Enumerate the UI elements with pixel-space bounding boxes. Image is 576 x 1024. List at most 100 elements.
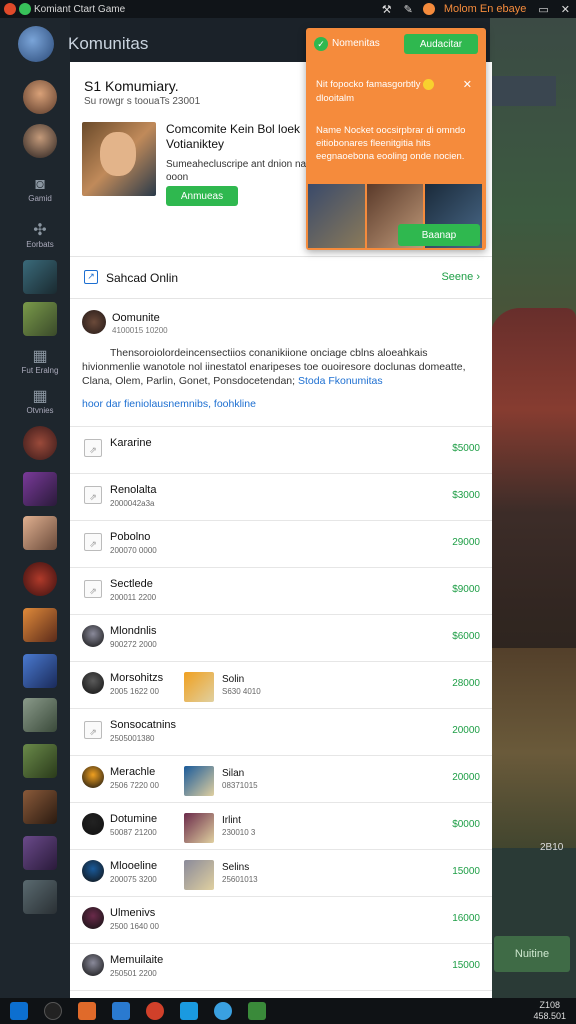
list-item[interactable]: Memuilaite 250501 2200 15000 [70, 943, 492, 989]
sidebar-item-fut-eralng[interactable]: ▦ Fut Eralng [0, 346, 80, 375]
sidebar-avatar[interactable] [23, 80, 57, 114]
item-thumbnail[interactable] [184, 766, 214, 796]
list-item[interactable]: Mlondnlis 900272 2000 $6000 [70, 614, 492, 660]
tab-title: Komiant Ctart Game [34, 3, 126, 15]
sidebar-game-thumb[interactable] [23, 260, 57, 294]
game-icon[interactable] [248, 1002, 266, 1020]
popup-top-button[interactable]: Audacitar [404, 34, 478, 54]
sidebar: ◙ Gamid ✣ Eorbats ▦ Fut Eralng ▦ Otvnies [0, 18, 70, 998]
sidebar-game-thumb[interactable] [23, 516, 57, 550]
side-panel [490, 848, 576, 998]
avatar [82, 672, 104, 694]
sidebar-game-thumb[interactable] [23, 608, 57, 642]
post-author[interactable]: Oomunite [112, 312, 160, 324]
sidebar-game-thumb[interactable] [23, 302, 57, 336]
start-icon[interactable] [10, 1002, 28, 1020]
sidebar-item-gamid[interactable]: ◙ Gamid [0, 176, 80, 203]
panel-subtitle: Su rowgr s toouaTs 23001 [84, 96, 201, 107]
thumbnail[interactable] [308, 184, 365, 248]
section-title: Sahcad Onlin [106, 271, 179, 285]
sidebar-game-thumb[interactable] [23, 744, 57, 778]
featured-button[interactable]: Anmueas [166, 186, 238, 206]
sidebar-game-thumb[interactable] [23, 836, 57, 870]
item-value: $3000 [452, 490, 480, 501]
divider [70, 256, 492, 257]
list-item[interactable]: Mlooeline 200075 3200 Selins 25601013 15000 [70, 849, 492, 895]
sidebar-game-thumb[interactable] [23, 472, 57, 506]
app-icon [4, 3, 16, 15]
list-item[interactable]: Dotumine 50087 21200 Irlint 230010 3 $0000 [70, 802, 492, 848]
search-icon[interactable] [44, 1002, 62, 1020]
item-value: 15000 [452, 866, 480, 877]
sidebar-item-eorbats[interactable]: ✣ Eorbats [0, 220, 80, 249]
sidebar-item-otvnies[interactable]: ▦ Otvnies [0, 386, 80, 415]
check-icon: ✓ [314, 37, 328, 51]
list-item[interactable]: ⇗ Renolalta 2000042a3a $3000 [70, 473, 492, 519]
close-icon[interactable]: ✕ [561, 3, 570, 16]
item-value: 20000 [452, 725, 480, 736]
sidebar-avatar[interactable] [23, 562, 57, 596]
app-icon[interactable] [112, 1002, 130, 1020]
item-value: $9000 [452, 584, 480, 595]
background-search-field[interactable] [486, 76, 556, 106]
sidebar-game-thumb[interactable] [23, 790, 57, 824]
item-date: 2506 7220 00 [110, 781, 159, 790]
minimize-icon[interactable]: ▭ [538, 3, 548, 16]
avatar [82, 625, 104, 647]
close-icon[interactable]: ✕ [463, 78, 472, 91]
item-thumbnail[interactable] [184, 860, 214, 890]
sidebar-game-thumb[interactable] [23, 654, 57, 688]
list-item[interactable]: ⇗ Sectlede 200011 2200 $9000 [70, 567, 492, 613]
sidebar-game-thumb[interactable] [23, 698, 57, 732]
item-value: $0000 [452, 819, 480, 830]
section-more-link[interactable]: Seene › [441, 271, 480, 283]
file-icon: ⇗ [84, 439, 102, 457]
chart-icon: ↗ [84, 270, 98, 284]
post-link[interactable]: hoor dar fieniolausnemnibs, foohkline [82, 398, 256, 410]
list-item[interactable]: ⇗ Kararine $5000 [70, 426, 492, 472]
browser-icon[interactable] [146, 1002, 164, 1020]
sidebar-avatar[interactable] [23, 426, 57, 460]
featured-image[interactable] [82, 122, 156, 196]
list-item[interactable]: ⇗ Pobolno 200070 0000 29000 [70, 520, 492, 566]
item-name: Merachle [110, 766, 156, 778]
popup-bottom-button[interactable]: Baanap [398, 224, 480, 246]
browser-tab-1[interactable]: Komiant Ctart Game [0, 0, 139, 18]
list-item[interactable]: Merachle 2506 7220 00 Silan 08371015 20000 [70, 755, 492, 801]
item-secondary-name: Solin [222, 674, 245, 685]
edit-icon[interactable]: ✎ [404, 3, 413, 16]
item-value: 15000 [452, 960, 480, 971]
post-inline-link[interactable]: Stoda Fkonumitas [298, 375, 383, 387]
app-icon[interactable] [78, 1002, 96, 1020]
list-item[interactable]: Morsohitzs 2005 1622 00 Solin S630 4010 2800… [70, 661, 492, 707]
list-item[interactable]: ⇗ Sonsocatnins 2505001380 20000 [70, 708, 492, 754]
app-icon[interactable] [180, 1002, 198, 1020]
divider [70, 298, 492, 299]
item-name: Dotumine [110, 813, 158, 825]
item-name: Mlooeline [110, 860, 158, 872]
section-header: ↗ Sahcad Onlin Seene › [70, 258, 492, 298]
settings-icon: ✣ [33, 222, 47, 239]
list-item[interactable]: Ulo Onno [70, 990, 492, 998]
item-name: Sonsocatnins [110, 719, 177, 731]
item-date: 2005 1622 00 [110, 687, 159, 696]
panel-title: S1 Komumiary. [84, 78, 179, 94]
list-item[interactable]: Ulmenivs 2500 1640 00 16000 [70, 896, 492, 942]
sidebar-game-thumb[interactable] [23, 880, 57, 914]
side-action-button[interactable]: Nuitine [494, 936, 570, 972]
item-thumbnail[interactable] [184, 672, 214, 702]
post-body: Thensoroiolordeincensectiios conanikiion… [82, 347, 466, 387]
app-icon[interactable] [214, 1002, 232, 1020]
item-thumbnail[interactable] [184, 813, 214, 843]
file-icon: ⇗ [84, 533, 102, 551]
system-clock[interactable]: Z108 458.501 [533, 1000, 566, 1022]
file-icon: ⇗ [84, 721, 102, 739]
wrench-icon[interactable]: ⚒ [382, 3, 392, 16]
item-secondary-date: 230010 3 [222, 828, 256, 837]
browser-tab-2[interactable]: Molom En ebaye [444, 3, 527, 15]
item-secondary-date: 25601013 [222, 875, 258, 884]
avatar[interactable] [82, 310, 106, 334]
popup-detail: Name Nocket oocsirpbrar di omndo eitiobo… [316, 125, 466, 162]
sidebar-avatar[interactable] [23, 124, 57, 158]
item-date: 200070 0000 [110, 546, 157, 555]
